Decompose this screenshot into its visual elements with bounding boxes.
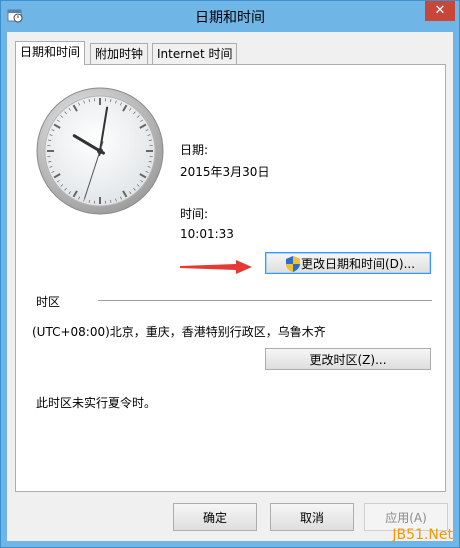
red-arrow-annotation <box>180 260 252 274</box>
cancel-button[interactable]: 取消 <box>270 503 354 531</box>
uac-shield-icon <box>286 256 300 272</box>
time-value: 10:01:33 <box>180 227 234 241</box>
date-label: 日期: <box>180 143 209 157</box>
analog-clock-icon <box>36 87 164 215</box>
date-value: 2015年3月30日 <box>180 165 270 179</box>
tab-date-time[interactable]: 日期和时间 <box>15 41 86 65</box>
tab-additional-clocks[interactable]: 附加时钟 <box>90 43 149 64</box>
window-title: 日期和时间 <box>195 10 265 26</box>
time-label: 时间: <box>180 207 209 221</box>
dialog-body: 日期和时间 附加时钟 Internet 时间 日期: 2015年3月30日 时间… <box>7 32 453 541</box>
change-timezone-button[interactable]: 更改时区(Z)... <box>265 348 431 370</box>
change-date-time-label: 更改日期和时间(D)... <box>300 257 416 271</box>
dst-note: 此时区未实行夏令时。 <box>36 396 157 410</box>
section-divider <box>98 300 432 301</box>
timezone-value: (UTC+08:00)北京，重庆，香港特别行政区，乌鲁木齐 <box>32 325 326 339</box>
close-button[interactable]: ✕ <box>425 1 455 21</box>
date-time-dialog: 日期和时间 ✕ 日期和时间 附加时钟 Internet 时间 日期: 2015年… <box>0 0 460 548</box>
tab-panel: 日期: 2015年3月30日 时间: 10:01:33 更改日期和时间(D)..… <box>15 64 446 492</box>
tab-internet-time[interactable]: Internet 时间 <box>152 43 238 64</box>
change-date-time-button[interactable]: 更改日期和时间(D)... <box>265 252 431 274</box>
watermark: JB51.Net <box>392 527 453 543</box>
timezone-section-label: 时区 <box>36 295 61 309</box>
title-bar[interactable]: 日期和时间 ✕ <box>1 1 459 31</box>
ok-button[interactable]: 确定 <box>173 503 257 531</box>
